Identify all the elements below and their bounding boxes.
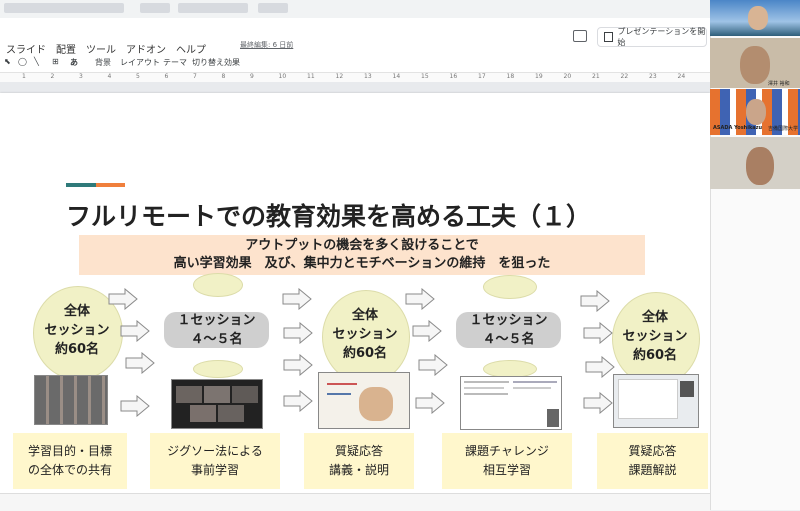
flow-arrow — [125, 352, 155, 374]
flow-arrow — [283, 322, 313, 344]
stage-caption: ジグソー法による 事前学習 — [150, 433, 280, 489]
ruler-tick: 11 — [307, 73, 315, 80]
ruler-tick: 9 — [250, 73, 254, 80]
ruler-tick: 1 — [22, 73, 26, 80]
ruler-tick: 22 — [620, 73, 629, 80]
session-label: １セッション ４～５名 — [177, 313, 256, 347]
flow-arrow — [580, 290, 610, 312]
transition-button[interactable]: 切り替え効果 — [192, 57, 240, 68]
ruler-tick: 19 — [535, 73, 543, 80]
browser-tab-strip — [0, 0, 710, 19]
shape-icon[interactable]: ◯ — [18, 57, 27, 66]
title-accent-bar — [96, 183, 125, 187]
ruler-tick: 8 — [221, 73, 226, 80]
title-accent-bar — [66, 183, 96, 187]
flow-arrow — [583, 392, 613, 414]
toolbar: ⬉ ◯ ╲ ⊞ あ 背景 レイアウト テーマ 切り替え効果 — [0, 54, 710, 73]
line-icon[interactable]: ╲ — [34, 57, 39, 66]
ruler-tick: 16 — [449, 73, 458, 80]
url-fragment — [140, 3, 170, 13]
stage-caption: 質疑応答 講義・説明 — [304, 433, 414, 489]
flow-arrow — [120, 395, 150, 417]
ruler-tick: 7 — [193, 73, 197, 80]
stage-caption: 学習目的・目標 の全体での共有 — [13, 433, 127, 489]
flow-arrow — [283, 390, 313, 412]
ruler-tick: 17 — [478, 73, 486, 80]
background-button[interactable]: 背景 — [95, 57, 111, 68]
session-oval — [193, 273, 243, 297]
slide-title: フルリモートでの教育効果を高める工夫（１） — [66, 202, 592, 231]
url-fragment — [258, 3, 288, 13]
layout-button[interactable]: レイアウト — [120, 57, 160, 68]
answer-screenshot — [613, 374, 699, 428]
participant-video: 澤井 裕和 — [710, 38, 800, 88]
participant-video — [710, 0, 800, 36]
ruler-tick: 10 — [278, 73, 287, 80]
session-label: 全体 セッション 約60名 — [622, 310, 688, 363]
ruler-tick: 13 — [364, 73, 372, 80]
theme-button[interactable]: テーマ — [163, 57, 187, 68]
url-fragment — [4, 3, 124, 13]
slide-banner: アウトプットの機会を多く設けることで 高い学習効果 及び、集中力とモチベーション… — [79, 235, 645, 275]
code-editor-screenshot — [460, 376, 562, 430]
session-oval — [193, 360, 243, 378]
stage-caption: 質疑応答 課題解説 — [597, 433, 708, 489]
ruler-tick: 18 — [506, 73, 515, 80]
flow-arrow — [283, 354, 313, 376]
cursor-icon[interactable]: ⬉ — [4, 57, 11, 66]
zoom-gallery-screenshot — [34, 375, 108, 425]
session-label: １セッション ４～５名 — [469, 313, 548, 347]
ruler-tick: 12 — [335, 73, 344, 80]
flow-arrow — [418, 354, 448, 376]
last-edit-link[interactable]: 最終編集: 6 日前 — [240, 40, 293, 50]
participant-name: 澤井 裕和 — [768, 81, 790, 87]
add-comment-icon[interactable]: ⊞ — [52, 57, 59, 66]
stage-caption: 課題チャレンジ 相互学習 — [442, 433, 572, 489]
banner-line: アウトプットの機会を多く設けることで — [245, 238, 479, 253]
font-button[interactable]: あ — [70, 57, 78, 68]
banner-line: 高い学習効果 及び、集中力とモチベーションの維持 を狙った — [173, 256, 551, 271]
ruler-tick: 21 — [592, 73, 600, 80]
ruler-tick: 20 — [563, 73, 572, 80]
session-label: 全体 セッション 約60名 — [332, 308, 398, 361]
participant-video: ASADA Yoshikazu 吉備国際大学 — [710, 89, 800, 135]
ruler-tick: 14 — [392, 73, 401, 80]
flow-arrow — [405, 288, 435, 310]
ruler-tick: 4 — [107, 73, 112, 80]
ruler-tick: 2 — [50, 73, 55, 80]
ruler-tick: 24 — [677, 73, 686, 80]
flow-arrow — [583, 322, 613, 344]
ruler-tick: 5 — [136, 73, 140, 80]
session-oval — [483, 275, 537, 299]
flow-arrow — [415, 392, 445, 414]
flow-arrow — [120, 320, 150, 342]
comment-icon[interactable] — [573, 30, 587, 42]
flow-arrow — [108, 288, 138, 310]
flow-arrow — [585, 356, 615, 378]
url-fragment — [178, 3, 248, 13]
session-label: 全体 セッション 約60名 — [44, 304, 110, 357]
whiteboard-screenshot — [318, 372, 410, 429]
present-button[interactable]: プレゼンテーションを開始 — [597, 27, 707, 47]
ruler-tick: 15 — [421, 73, 429, 80]
present-label: プレゼンテーションを開始 — [617, 27, 706, 47]
flow-arrow — [282, 288, 312, 310]
ruler-tick: 3 — [79, 73, 83, 80]
speaker-notes-bar[interactable] — [0, 493, 710, 511]
ruler-tick: 6 — [164, 73, 169, 80]
flow-arrow — [412, 320, 442, 342]
ruler-tick: 23 — [649, 73, 657, 80]
participant-org: 吉備国際大学 — [768, 126, 799, 132]
breakout-screenshot — [171, 379, 263, 429]
present-icon — [604, 32, 614, 42]
participant-video — [710, 137, 800, 189]
participant-name: ASADA Yoshikazu — [713, 125, 763, 131]
